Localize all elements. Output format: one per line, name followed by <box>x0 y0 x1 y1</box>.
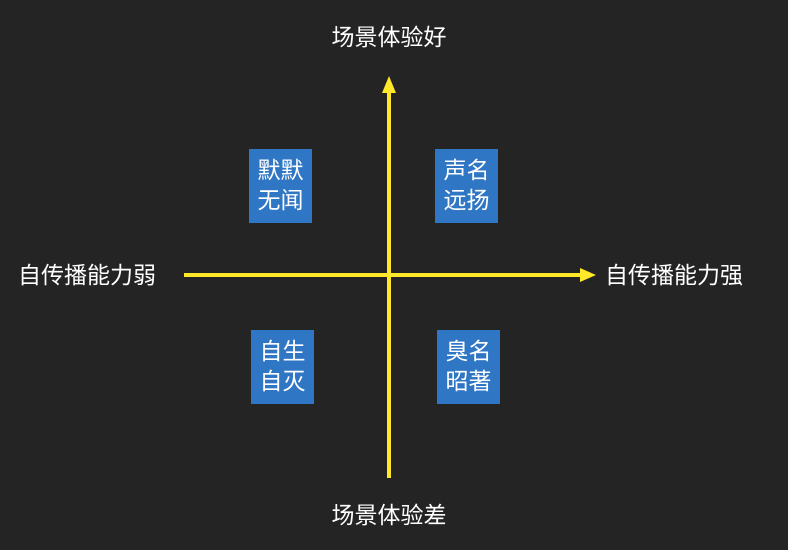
quadrant-diagram: 场景体验好 场景体验差 自传播能力弱 自传播能力强 默默 无闻 声名 远扬 自生… <box>0 0 788 550</box>
axis-label-top: 场景体验好 <box>331 25 447 51</box>
quadrant-bottom-left-line2: 自灭 <box>259 369 306 395</box>
horizontal-axis-arrowhead <box>580 268 596 282</box>
quadrant-bottom-left-line1: 自生 <box>259 339 306 365</box>
quadrant-bottom-left-box: 自生 自灭 <box>251 330 314 404</box>
axis-label-right: 自传播能力强 <box>605 263 743 289</box>
vertical-axis-arrowhead <box>382 76 396 93</box>
axis-label-left: 自传播能力弱 <box>18 263 156 289</box>
quadrant-top-right-line1: 声名 <box>443 158 490 184</box>
quadrant-bottom-right-box: 臭名 昭著 <box>437 330 500 404</box>
quadrant-top-left-line2: 无闻 <box>257 188 304 214</box>
axis-label-bottom: 场景体验差 <box>331 503 447 529</box>
quadrant-bottom-right-line1: 臭名 <box>445 339 492 365</box>
quadrant-top-left-box: 默默 无闻 <box>249 149 312 223</box>
quadrant-bottom-right-line2: 昭著 <box>445 369 492 395</box>
quadrant-top-right-line2: 远扬 <box>443 188 490 214</box>
quadrant-top-left-line1: 默默 <box>257 158 304 184</box>
quadrant-top-right-box: 声名 远扬 <box>435 149 498 223</box>
